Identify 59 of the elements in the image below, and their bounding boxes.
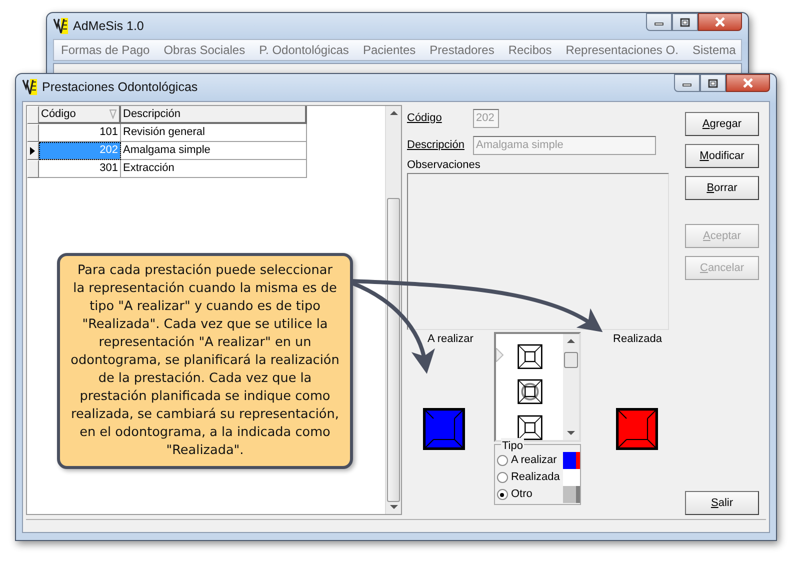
radio-label: Realizada [510, 470, 560, 486]
field-label: Código [407, 110, 443, 126]
menu-item[interactable]: Formas de Pago [54, 41, 157, 59]
menu-item[interactable]: Pacientes [356, 41, 423, 59]
minimize-button[interactable] [646, 13, 672, 31]
preview-label: Realizada [613, 332, 662, 347]
exit-button[interactable]: Salir [685, 491, 759, 515]
action-button[interactable]: Agregar [685, 112, 759, 136]
close-button[interactable] [698, 13, 742, 31]
symbol-list[interactable] [494, 332, 581, 442]
dialog-title: Prestaciones Odontológicas [42, 78, 198, 96]
close-icon [714, 17, 726, 27]
radio-button[interactable] [496, 455, 508, 466]
tooth-symbol-icon [516, 414, 543, 440]
scrollbar[interactable] [563, 334, 579, 440]
radio-button[interactable] [496, 472, 508, 483]
radio-button[interactable] [496, 489, 508, 500]
action-button[interactable]: Modificar [685, 144, 759, 168]
table-cell: Revisión general [121, 124, 307, 142]
callout-note: Para cada prestación puede seleccionar la representación cuando la misma es de tipo "A realizar" y cuando es de tipo "Realizada". Cada vez que se utilice la representación "A realizar" en un odontograma, se planificará la realización de la prestación. Cada vez que la prestación planificada se indique como realizada, se cambiará su representación, en el odontograma, a la indicada como "Realizada". [57, 253, 353, 469]
close-icon [742, 78, 754, 88]
table-cell: 202 [39, 142, 121, 160]
field-label: Observaciones [407, 158, 482, 172]
field-label: Descripción [407, 138, 466, 153]
color-swatch [562, 452, 580, 469]
minimize-button[interactable] [674, 74, 700, 92]
radio-label: Otro [510, 487, 532, 502]
app-logo-icon [53, 17, 69, 35]
tooth-preview-icon [423, 408, 466, 450]
scrollbar[interactable] [385, 106, 401, 514]
color-swatch [562, 486, 580, 503]
menu-item[interactable]: Obras Sociales [156, 41, 252, 59]
close-button[interactable] [726, 74, 770, 92]
table-cell: Extracción [121, 160, 307, 178]
tooth-symbol-icon [516, 379, 543, 405]
menu-item[interactable]: Prestadores [422, 41, 502, 59]
menu-item[interactable]: P. Odontológicas [252, 41, 356, 59]
notes-field[interactable] [407, 173, 669, 330]
window-title: AdMeSis 1.0 [73, 18, 144, 35]
action-button[interactable]: Borrar [685, 176, 759, 200]
maximize-button[interactable] [672, 13, 698, 31]
maximize-button[interactable] [700, 74, 726, 92]
maximize-icon [708, 78, 718, 88]
menu-item[interactable]: Recibos [501, 41, 559, 59]
app-logo-icon [22, 78, 38, 96]
list-cursor-icon [496, 348, 504, 362]
column-header[interactable]: Descripción [121, 106, 307, 124]
table-cell: 301 [39, 160, 121, 178]
sort-icon [109, 109, 117, 119]
tooth-symbol-icon [516, 344, 543, 370]
color-swatch [562, 469, 580, 486]
tooth-preview-icon [616, 408, 658, 450]
group-title: Tipo [500, 438, 524, 454]
table-cell: Amalgama simple [121, 142, 307, 160]
menu-item[interactable]: Sistema [685, 41, 743, 59]
maximize-icon [680, 18, 690, 26]
menu-item[interactable]: Representaciones O. [558, 41, 686, 59]
preview-label: A realizar [428, 332, 474, 347]
radio-label: A realizar [510, 453, 557, 468]
